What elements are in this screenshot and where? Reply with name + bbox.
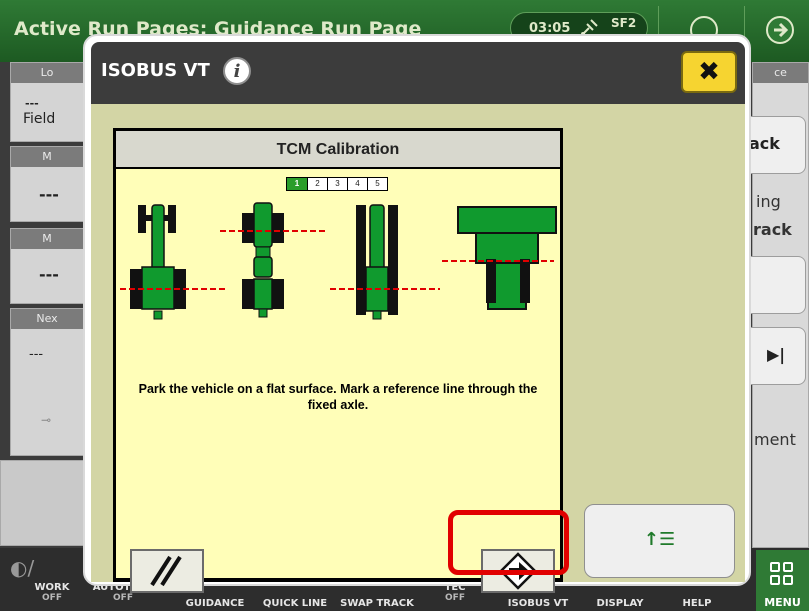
pane-value: --- (29, 347, 44, 362)
pane-value: --- (25, 97, 39, 110)
sf-label: SF2 (611, 16, 637, 30)
tab-work[interactable]: WORK OFF (28, 582, 76, 611)
pane-header: ce (753, 63, 808, 83)
aux-button[interactable]: ↑☰ (584, 504, 735, 578)
tab-swap-track[interactable]: SWAP TRACK (338, 598, 416, 611)
cancel-button[interactable] (130, 549, 204, 593)
field-label: Field (23, 111, 56, 127)
skip-end-button[interactable]: ▶| (742, 327, 806, 385)
info-icon[interactable]: i (223, 57, 251, 85)
pane-value: --- (39, 185, 59, 204)
left-filler (0, 460, 84, 546)
sprayer-icon (442, 206, 557, 310)
cancel-slashes-icon (150, 555, 182, 587)
ing-text: ing (756, 192, 781, 211)
pane-value: --- (39, 265, 59, 284)
vehicle-diagrams (120, 202, 557, 320)
info-pane: M --- (10, 228, 84, 304)
location-pane: Lo --- Field (10, 62, 84, 142)
step-5: 5 (367, 178, 387, 190)
pane-header: Nex (11, 309, 83, 329)
menu-label: MENU (764, 596, 801, 609)
list-arrow-icon: ↑☰ (643, 529, 676, 550)
step-1: 1 (287, 178, 307, 190)
tab-guidance[interactable]: GUIDANCE (180, 598, 250, 611)
track-text: rack (753, 220, 792, 239)
track-button-label: ack (749, 134, 780, 153)
dialog-header: ISOBUS VT i ✖ (91, 42, 745, 104)
close-button[interactable]: ✖ (681, 51, 737, 93)
step-4: 4 (347, 178, 367, 190)
dialog-title: ISOBUS VT (101, 60, 210, 81)
pane-header: M (11, 229, 83, 249)
tab-help[interactable]: HELP (672, 598, 722, 611)
menu-button[interactable]: MENU (756, 550, 809, 611)
pane-header: Lo (11, 63, 83, 83)
step-2: 2 (307, 178, 327, 190)
tractor-articulated-icon (220, 202, 328, 318)
pane-header: M (11, 147, 83, 167)
tab-quick-line[interactable]: QUICK LINE (258, 598, 332, 611)
arrow-right-icon (774, 22, 789, 38)
step-3: 3 (327, 178, 347, 190)
mask-title: TCM Calibration (116, 131, 560, 169)
tab-display[interactable]: DISPLAY (590, 598, 650, 611)
step-indicator: 1 2 3 4 5 (286, 177, 388, 191)
next-button-highlight (448, 510, 569, 575)
next-pane: Nex --- ⊸ (10, 308, 84, 456)
implement-icon: ⊸ (41, 413, 52, 427)
info-pane: M --- (10, 146, 84, 222)
right-control-button[interactable] (742, 256, 806, 314)
tab-isobus-vt[interactable]: ISOBUS VT (502, 598, 574, 611)
calibration-instruction: Park the vehicle on a flat surface. Mark… (138, 382, 538, 412)
skip-end-icon: ▶| (767, 345, 786, 364)
work-status-icon: ◐/ (10, 556, 35, 580)
tractor-tracked-icon (330, 204, 440, 320)
ment-text: ment (754, 430, 796, 449)
menu-grid-icon (770, 562, 794, 586)
tab-tec[interactable]: TEC OFF (428, 582, 482, 611)
track-button[interactable]: ack (742, 116, 806, 174)
tractor-front-icon (120, 204, 226, 320)
forward-arrow-icon[interactable] (766, 16, 794, 44)
